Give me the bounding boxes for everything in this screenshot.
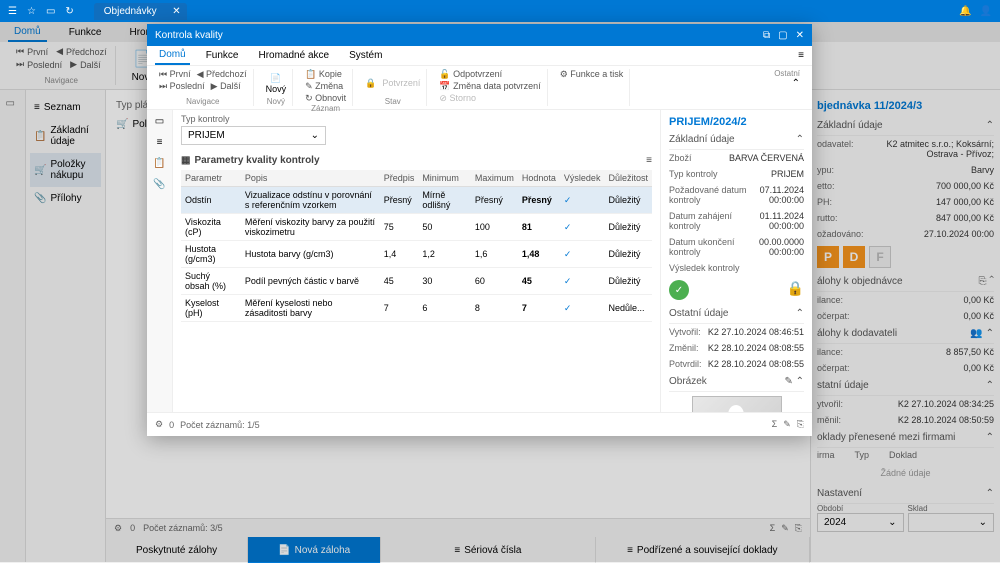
d-section-ostatni[interactable]: Ostatní údaje⌃ (669, 304, 804, 324)
d-funkce-button[interactable]: ⚙ Funkce a tisk (560, 69, 624, 80)
window-icon[interactable]: ▭ (46, 6, 55, 17)
dtab-system[interactable]: Systém (345, 47, 386, 64)
app-tab[interactable]: Objednávky ✕ (94, 3, 187, 20)
chevron-down-icon: ⌄ (311, 130, 319, 141)
panel-icon[interactable]: ▭ (155, 116, 164, 127)
dialog: Kontrola kvality ⧉ ▢ ✕ Domů Funkce Hroma… (147, 24, 812, 436)
kv-row: Datum zahájení kontroly01.11.2024 00:00:… (669, 208, 804, 234)
titlebar-icons: ☰ ☆ ▭ ↻ (8, 6, 74, 17)
refresh-icon[interactable]: ↻ (65, 6, 73, 17)
dialog-ident: PRIJEM/2024/2 (669, 114, 804, 130)
user-icon[interactable]: 👤 (980, 6, 992, 17)
gear-icon[interactable]: ⚙ (155, 419, 163, 430)
product-image (692, 396, 782, 412)
params-header: ▦ Parametry kvality kontroly ≡ (181, 151, 652, 170)
menu-icon[interactable]: ☰ (8, 6, 17, 17)
kv-row: ZbožíBARVA ČERVENÁ (669, 150, 804, 166)
dialog-tabs: Domů Funkce Hromadné akce Systém ≡ (147, 46, 812, 66)
column-header[interactable]: Maximum (471, 170, 518, 187)
kv-row: Změnil:K2 28.10.2024 08:08:55 (669, 340, 804, 356)
dialog-main: Typ kontroly PRIJEM⌄ ▦ Parametry kvality… (173, 110, 660, 412)
kv-row: Typ kontrolyPRIJEM (669, 166, 804, 182)
close-icon[interactable]: ✕ (796, 30, 804, 41)
d-change-button[interactable]: ✎ Změna (305, 81, 343, 92)
star-icon[interactable]: ☆ (27, 6, 36, 17)
dialog-title-text: Kontrola kvality (155, 30, 223, 41)
chevron-up-icon[interactable]: ⌃ (774, 78, 800, 89)
table-row[interactable]: OdstínVizualizace odstínu v porovnání s … (181, 187, 652, 214)
d-changedate-button[interactable]: 📅 Změna data potvrzení (439, 81, 540, 92)
chevron-up-icon: ⌃ (796, 308, 804, 319)
doc-icon[interactable]: 📋 (153, 158, 165, 169)
d-section-obrazek[interactable]: Obrázek✎ ⌃ (669, 372, 804, 392)
kv-row: Datum ukončení kontroly00.00.0000 00:00:… (669, 234, 804, 260)
kv-row: Výsledek kontroly (669, 260, 804, 276)
clip-icon[interactable]: 📎 (153, 179, 165, 190)
dialog-footer: ⚙ 0 Počet záznamů: 1/5 Σ ✎ ⎘ (147, 412, 812, 436)
d-last-button[interactable]: ⏭ Poslední (159, 81, 205, 92)
table-row[interactable]: Suchý obsah (%)Podíl pevných částic v ba… (181, 268, 652, 295)
params-table: ParametrPopisPředpisMinimumMaximumHodnot… (181, 170, 652, 322)
list-icon[interactable]: ≡ (157, 137, 163, 148)
column-header[interactable]: Předpis (380, 170, 419, 187)
table-row[interactable]: Viskozita (cP)Měření viskozity barvy za … (181, 214, 652, 241)
hamburger-icon[interactable]: ≡ (798, 50, 804, 61)
close-icon[interactable]: ✕ (172, 6, 180, 17)
dtab-domu[interactable]: Domů (155, 46, 190, 65)
kv-row: Potvrdil:K2 28.10.2024 08:08:55 (669, 356, 804, 372)
d-section-zakladni[interactable]: Základní údaje⌃ (669, 130, 804, 150)
titlebar: ☰ ☆ ▭ ↻ Objednávky ✕ 🔔 👤 (0, 0, 1000, 22)
typ-kontroly-dropdown[interactable]: PRIJEM⌄ (181, 126, 326, 145)
sum-icon[interactable]: Σ (772, 419, 778, 430)
maximize-icon[interactable]: ▢ (778, 30, 787, 41)
kv-row: Požadované datum kontroly07.11.2024 00:0… (669, 182, 804, 208)
dtab-funkce[interactable]: Funkce (202, 47, 243, 64)
edit-icon[interactable]: ✎ (783, 419, 791, 430)
dialog-titlebar: Kontrola kvality ⧉ ▢ ✕ (147, 24, 812, 46)
d-next-button[interactable]: ▶ Další (211, 81, 241, 92)
d-records: Počet záznamů: 1/5 (180, 420, 260, 430)
dialog-left-rail: ▭ ≡ 📋 📎 (147, 110, 173, 412)
chevron-up-icon: ⌃ (796, 134, 804, 145)
d-new-button[interactable]: 📄Nový (266, 73, 287, 94)
popout-icon[interactable]: ⧉ (763, 30, 770, 41)
table-icon: ▦ (181, 155, 190, 166)
column-header[interactable]: Minimum (418, 170, 471, 187)
d-count: 0 (169, 420, 174, 430)
d-refresh-button[interactable]: ↻ Obnovit (305, 93, 346, 104)
d-confirm-button: 🔒Potvrzení (365, 78, 420, 89)
d-storno-button: ⊘ Storno (439, 93, 476, 104)
typ-kontroly-label: Typ kontroly (181, 114, 652, 124)
dialog-ribbon: ⏮ První◀ Předchozí ⏭ Poslední▶ Další Nav… (147, 66, 812, 110)
d-copy-button[interactable]: 📋 Kopie (305, 69, 342, 80)
table-row[interactable]: Kyselost (pH)Měření kyselosti nebo zásad… (181, 295, 652, 322)
kv-row: Vytvořil:K2 27.10.2024 08:46:51 (669, 324, 804, 340)
result-ok-icon: ✓ (669, 280, 689, 300)
hamburger-icon[interactable]: ≡ (646, 155, 652, 166)
dialog-right-panel: PRIJEM/2024/2 Základní údaje⌃ ZbožíBARVA… (660, 110, 812, 412)
column-header[interactable]: Důležitost (604, 170, 652, 187)
d-prev-button[interactable]: ◀ Předchozí (197, 69, 247, 80)
column-header[interactable]: Popis (241, 170, 380, 187)
dtab-hromadne[interactable]: Hromadné akce (254, 47, 333, 64)
d-unconfirm-button[interactable]: 🔓 Odpotvrzení (439, 69, 502, 80)
column-header[interactable]: Výsledek (560, 170, 605, 187)
column-header[interactable]: Parametr (181, 170, 241, 187)
export-icon[interactable]: ⎘ (797, 419, 804, 430)
table-row[interactable]: Hustota (g/cm3)Hustota barvy (g/cm3)1,41… (181, 241, 652, 268)
notification-icon[interactable]: 🔔 (959, 6, 971, 17)
lock-icon: 🔒 (787, 280, 804, 300)
d-first-button[interactable]: ⏮ První (159, 69, 191, 80)
column-header[interactable]: Hodnota (518, 170, 560, 187)
tab-title: Objednávky (104, 6, 157, 17)
